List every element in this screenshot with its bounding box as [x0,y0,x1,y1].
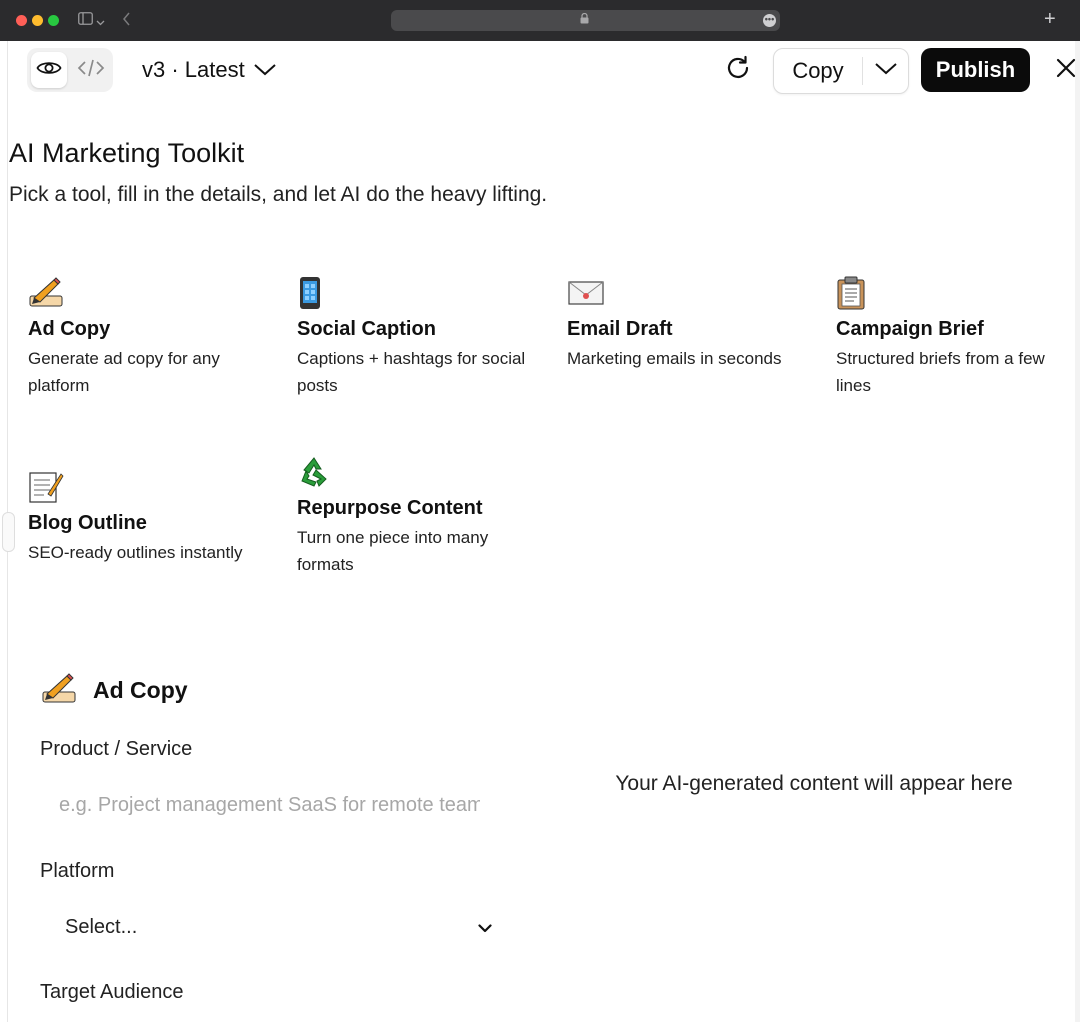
preview-button[interactable] [31,52,67,88]
copy-button[interactable]: Copy [774,49,862,93]
form-header: Ad Copy [41,672,188,708]
tool-name: Ad Copy [28,318,111,340]
view-mode-toggle [27,48,113,92]
chevron-down-icon [253,57,277,83]
scrollbar-track[interactable] [1075,41,1080,1022]
tool-card-blog-outline[interactable]: Blog Outline SEO-ready outlines instantl… [28,470,268,566]
more-options-icon[interactable]: ••• [763,14,776,27]
version-label: v3 · Latest [142,57,245,82]
refresh-icon [724,54,752,87]
tool-card-email-draft[interactable]: Email Draft Marketing emails in seconds [567,276,807,372]
writing-hand-icon [28,276,268,310]
eye-icon [36,59,62,82]
maximize-window-icon[interactable] [48,15,59,26]
code-view-button[interactable] [73,52,109,88]
email-icon [567,276,807,310]
audience-label: Target Audience [40,981,184,1003]
minimize-window-icon[interactable] [32,15,43,26]
chevron-down-icon[interactable] [96,13,105,29]
code-icon [77,58,105,83]
copy-options-button[interactable] [864,49,908,93]
page-subtitle: Pick a tool, fill in the details, and le… [9,183,548,206]
address-bar[interactable]: ••• [391,10,780,31]
new-tab-button[interactable]: + [1044,8,1056,30]
writing-hand-icon [41,672,77,709]
back-icon[interactable] [122,12,131,29]
close-window-icon[interactable] [16,15,27,26]
tool-card-ad-copy[interactable]: Ad Copy Generate ad copy for any platfor… [28,276,268,399]
divider [862,57,863,85]
tool-card-repurpose-content[interactable]: Repurpose Content Turn one piece into ma… [297,455,537,578]
tool-description: Generate ad copy for any platform [28,349,220,395]
clipboard-icon [836,276,1076,310]
lock-icon [580,12,589,27]
chevron-down-icon [478,916,492,939]
mobile-phone-icon [297,276,537,310]
page-title: AI Marketing Toolkit [9,138,245,168]
close-button[interactable] [1052,56,1080,84]
recycle-icon [297,455,537,489]
platform-selected-value: Select... [65,915,138,938]
tool-description: SEO-ready outlines instantly [28,543,243,562]
product-input[interactable] [40,780,480,830]
tool-description: Structured briefs from a few lines [836,349,1045,395]
tool-card-campaign-brief[interactable]: Campaign Brief Structured briefs from a … [836,276,1076,399]
tool-description: Captions + hashtags for social posts [297,349,526,395]
chevron-down-icon [874,62,898,81]
tool-name: Email Draft [567,318,673,340]
tool-card-social-caption[interactable]: Social Caption Captions + hashtags for s… [297,276,537,399]
browser-chrome: ••• + [0,0,1080,41]
sidebar-toggle-icon[interactable] [78,12,93,28]
resize-handle[interactable] [2,512,15,552]
close-icon [1056,58,1076,83]
version-selector[interactable]: v3 · Latest [142,55,277,85]
tool-description: Marketing emails in seconds [567,349,782,368]
refresh-button[interactable] [720,52,756,88]
product-label: Product / Service [40,738,193,760]
tool-name: Campaign Brief [836,318,984,340]
form-title: Ad Copy [93,676,188,703]
platform-select[interactable]: Select... [40,905,500,949]
tool-name: Social Caption [297,318,436,340]
tool-name: Blog Outline [28,512,147,534]
publish-button[interactable]: Publish [921,48,1030,92]
tool-description: Turn one piece into many formats [297,528,489,574]
copy-button-group: Copy [773,48,909,94]
memo-icon [28,470,268,504]
tool-name: Repurpose Content [297,497,483,519]
platform-label: Platform [40,860,115,882]
output-placeholder: Your AI-generated content will appear he… [615,772,1013,795]
